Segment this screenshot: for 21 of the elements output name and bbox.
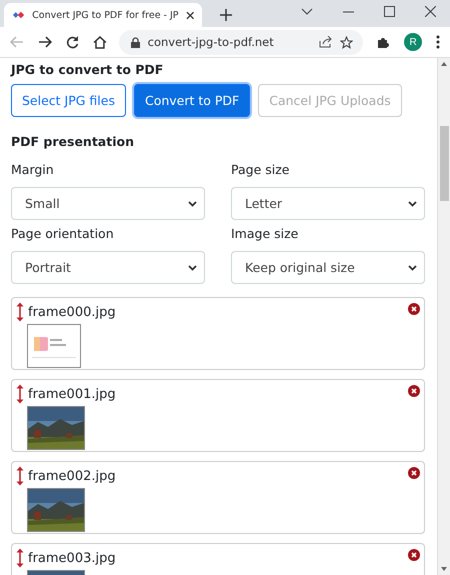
field-label: Margin xyxy=(11,162,55,178)
select-dropdown[interactable]: Portrait xyxy=(11,251,205,284)
profile-avatar[interactable]: R xyxy=(404,33,422,51)
field-label: Page size xyxy=(231,162,290,178)
upload-button[interactable]: Select JPG files xyxy=(11,84,126,117)
browser-tab[interactable]: Convert JPG to PDF for free - JP xyxy=(4,3,202,27)
address-bar[interactable]: convert-jpg-to-pdf.net xyxy=(118,30,364,54)
file-name: frame000.jpg xyxy=(28,304,116,320)
field-label: Page orientation xyxy=(11,226,115,242)
section-heading: PDF presentation xyxy=(11,134,135,150)
file-name: frame001.jpg xyxy=(28,386,116,402)
file-name: frame003.jpg xyxy=(28,550,116,566)
section-heading: JPG to convert to PDF xyxy=(11,62,164,78)
field-label: Image size xyxy=(231,226,300,242)
upload-button[interactable]: Convert to PDF xyxy=(134,84,250,117)
select-dropdown[interactable]: Letter xyxy=(231,187,425,220)
url-text: convert-jpg-to-pdf.net xyxy=(148,35,274,49)
tab-title: Convert JPG to PDF for free - JP xyxy=(32,10,179,20)
select-dropdown[interactable]: Keep original size xyxy=(231,251,425,284)
file-name: frame002.jpg xyxy=(28,468,116,484)
select-dropdown[interactable]: Small xyxy=(11,187,205,220)
